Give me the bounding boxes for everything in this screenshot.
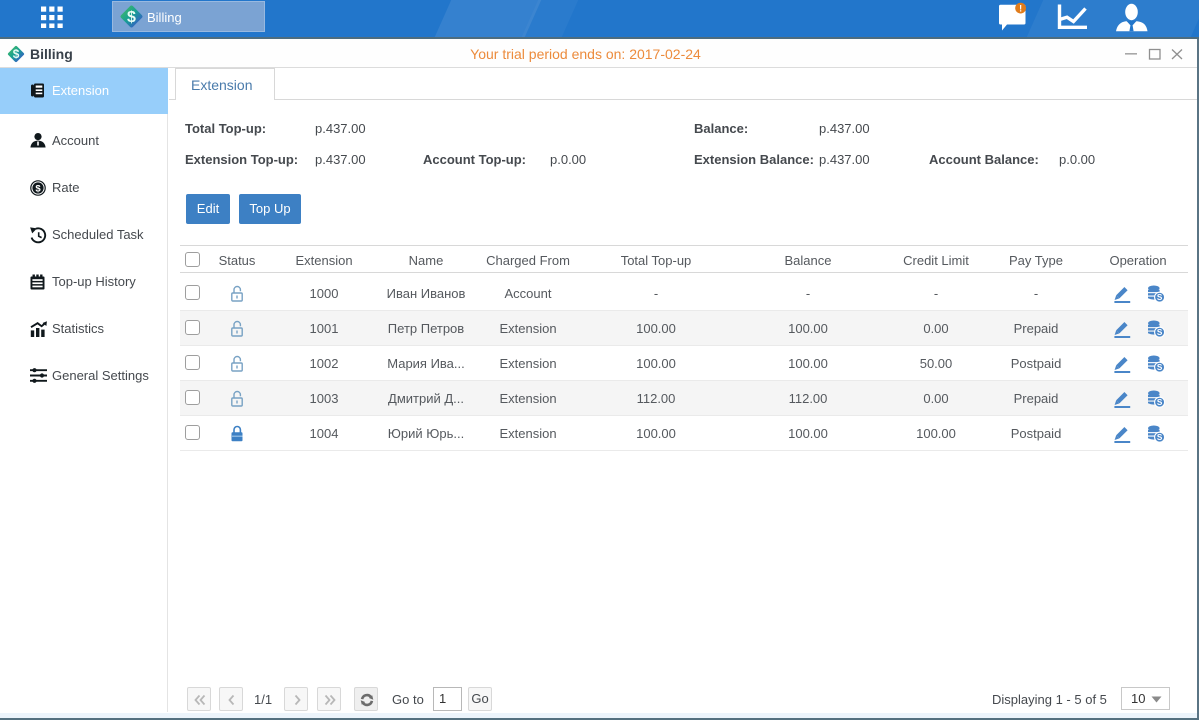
svg-text:$: $ bbox=[127, 9, 136, 26]
svg-text:!: ! bbox=[1019, 3, 1022, 13]
svg-text:$: $ bbox=[35, 184, 41, 195]
